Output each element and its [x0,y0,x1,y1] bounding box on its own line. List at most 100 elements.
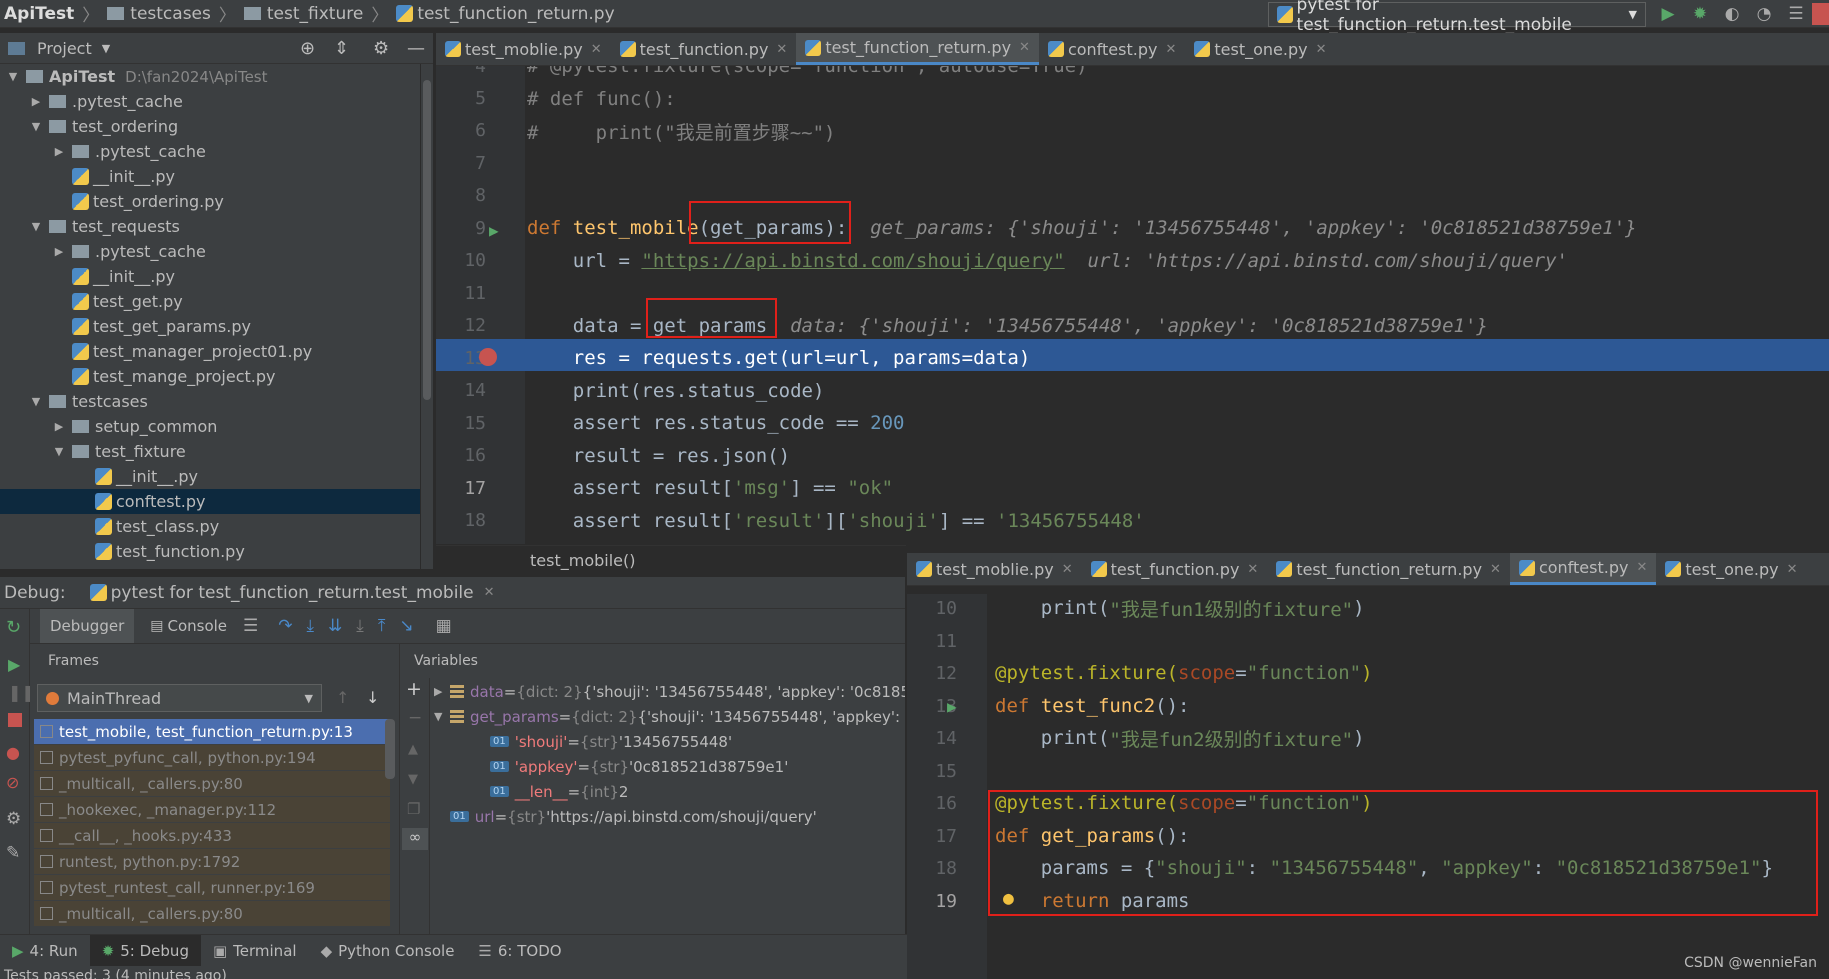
variable-row[interactable]: 01 url = {str} 'https://api.binstd.com/sh… [434,804,817,829]
tool-window-button[interactable]: ◆ Python Console [309,935,467,966]
project-scrollbar-thumb[interactable] [423,80,431,400]
close-icon[interactable]: ✕ [484,585,495,600]
locate-icon[interactable]: ⊕ [300,38,315,59]
variables-tree[interactable]: ▶ data = {dict: 2} {'shouji': '1345675544… [430,678,905,934]
tab-test-function[interactable]: test_function.py ✕ [611,33,797,65]
stack-frame[interactable]: _multicall, _callers.py:80 [34,771,390,796]
expanded-arrow-icon[interactable]: ▼ [52,445,66,458]
run-test-gutter-icon[interactable]: ▶ [489,221,499,240]
tree-item[interactable]: ▶ setup_common [0,414,420,439]
build-menu-icon[interactable]: ☰ [1784,3,1808,25]
expanded-arrow-icon[interactable]: ▼ [434,710,450,723]
collapse-all-icon[interactable]: ⇕ [334,38,349,59]
close-icon[interactable]: ✕ [1316,42,1327,57]
tab-console[interactable]: Console [167,617,227,635]
collapsed-arrow-icon[interactable]: ▶ [29,95,43,108]
breadcrumb-testcases[interactable]: testcases [130,4,211,24]
tree-item[interactable]: ▼ test_requests [0,214,420,239]
code-line-10[interactable]: print("我是fun1级别的fixture") [995,594,1365,624]
close-icon[interactable]: ✕ [1787,562,1798,577]
thread-select[interactable]: MainThread ▼ [37,684,322,712]
variable-row[interactable]: 01 'appkey' = {str} '0c818521d38759e1' [474,754,788,779]
tool-window-button[interactable]: ☰ 6: TODO [466,935,573,966]
tab-test-one[interactable]: test_one.py ✕ [1656,553,1806,585]
step-into-my-code-icon[interactable]: ⇊ [328,616,342,636]
variable-row[interactable]: ▶ data = {dict: 2} {'shouji': '1345675544… [434,679,905,704]
code-line-13[interactable]: res = requests.get(url=url, params=data) [527,342,1031,374]
tree-item[interactable]: test_class.py [0,514,420,539]
add-watch-icon[interactable]: + [406,678,422,700]
close-icon[interactable]: ✕ [1247,562,1258,577]
collapsed-arrow-icon[interactable]: ▶ [52,145,66,158]
tab-test-moblie[interactable]: test_moblie.py ✕ [907,553,1082,585]
coverage-icon[interactable]: ◐ [1720,3,1744,25]
tab-test-moblie[interactable]: test_moblie.py ✕ [436,33,611,65]
frames-scrollbar-thumb[interactable] [385,719,395,779]
step-over-icon[interactable]: ↷ [278,616,292,636]
breakpoint-icon[interactable] [479,348,497,366]
expanded-arrow-icon[interactable]: ▼ [29,120,43,133]
code-line-16[interactable]: result = res.json() [527,440,790,472]
tree-item[interactable]: ▼ test_fixture [0,439,420,464]
chevron-down-icon[interactable]: ▼ [102,42,110,55]
tab-test-function-return[interactable]: test_function_return.py ✕ [796,33,1039,65]
code-line-14[interactable]: print("我是fun2级别的fixture") [995,722,1365,754]
tree-item[interactable]: conftest.py [0,489,420,514]
project-tree[interactable]: ▼ ApiTest D:\fan2024\ApiTest ▶ .pytest_cache… [0,64,420,569]
force-step-into-icon[interactable]: ⤓ [356,616,364,636]
tab-test-function-return[interactable]: test_function_return.py ✕ [1267,553,1510,585]
resume-icon[interactable]: ▶ [8,655,20,674]
code-editor-main[interactable]: 4 5 6 7 8 9 10 11 12 13 14 15 16 17 18 ▶… [436,66,1829,544]
rerun-icon[interactable]: ↻ [6,617,21,638]
code-line-10[interactable]: url = "https://api.binstd.com/shouji/que… [527,245,1568,277]
tree-item[interactable]: test_manager_project01.py [0,339,420,364]
tree-item[interactable]: ▼ test_ordering [0,114,420,139]
breadcrumb-test-fixture[interactable]: test_fixture [267,4,363,24]
mute-breakpoints-icon[interactable]: ⊘ [6,773,19,792]
expanded-arrow-icon[interactable]: ▼ [29,395,43,408]
tree-item[interactable]: test_get.py [0,289,420,314]
code-line-15[interactable]: assert res.status_code == 200 [527,407,905,439]
tool-window-button[interactable]: ▣ Terminal [201,935,309,966]
project-panel-title[interactable]: Project [37,39,92,58]
tree-item[interactable]: test_ordering.py [0,189,420,214]
tree-item[interactable]: test_function.py [0,539,420,564]
hide-icon[interactable]: — [407,38,425,59]
code-line-17[interactable]: assert result['msg'] == "ok" [527,472,893,504]
tree-item[interactable]: ▼ ApiTest D:\fan2024\ApiTest [0,64,420,89]
run-to-cursor-icon[interactable]: ↘ [399,616,413,636]
tree-item[interactable]: test_mange_project.py [0,364,420,389]
code-line-4[interactable]: # @pytest.fixture(scope='function', auto… [527,66,1088,82]
step-out-icon[interactable]: ⤒ [378,616,386,636]
gear-icon[interactable]: ⚙ [373,38,389,59]
expanded-arrow-icon[interactable]: ▼ [29,220,43,233]
move-up-icon[interactable]: ▲ [408,742,418,757]
run-test-gutter-icon[interactable]: ▶ [947,697,957,716]
arrow-down-icon[interactable]: ↓ [366,688,379,707]
tool-window-button[interactable]: ✹ 5: Debug [89,935,201,966]
pin-icon[interactable]: ✎ [6,843,20,863]
tree-item[interactable]: test_get_params.py [0,314,420,339]
stack-frame[interactable]: pytest_pyfunc_call, python.py:194 [34,745,390,770]
tab-test-one[interactable]: test_one.py ✕ [1185,33,1335,65]
tab-debugger[interactable]: Debugger [40,609,135,643]
run-configuration-select[interactable]: pytest for test_function_return.test_mob… [1268,0,1646,35]
close-icon[interactable]: ✕ [1490,562,1501,577]
tree-item[interactable]: ▶ .pytest_cache [0,89,420,114]
tree-item[interactable]: __init__.py [0,464,420,489]
tree-item[interactable]: __init__.py [0,264,420,289]
code-line-6[interactable]: # print("我是前置步骤~~") [527,115,835,147]
collapsed-arrow-icon[interactable]: ▶ [434,685,450,698]
code-editor-split[interactable]: 10 11 12 13 14 15 16 17 18 19 ▶ ● print(… [907,594,1829,979]
code-line-13[interactable]: def test_func2 (): [995,690,1189,722]
close-icon[interactable]: ✕ [1062,562,1073,577]
frames-list[interactable]: test_mobile, test_function_return.py:13 p… [30,719,399,934]
tab-test-function[interactable]: test_function.py ✕ [1082,553,1268,585]
show-watches-icon[interactable]: ∞ [402,828,428,850]
evaluate-expression-icon[interactable]: ▦ [436,616,452,636]
tree-item[interactable]: ▼ testcases [0,389,420,414]
gear-icon[interactable]: ⚙ [6,809,21,829]
tab-conftest[interactable]: conftest.py ✕ [1509,553,1657,585]
expanded-arrow-icon[interactable]: ▼ [6,70,20,83]
collapsed-arrow-icon[interactable]: ▶ [52,245,66,258]
